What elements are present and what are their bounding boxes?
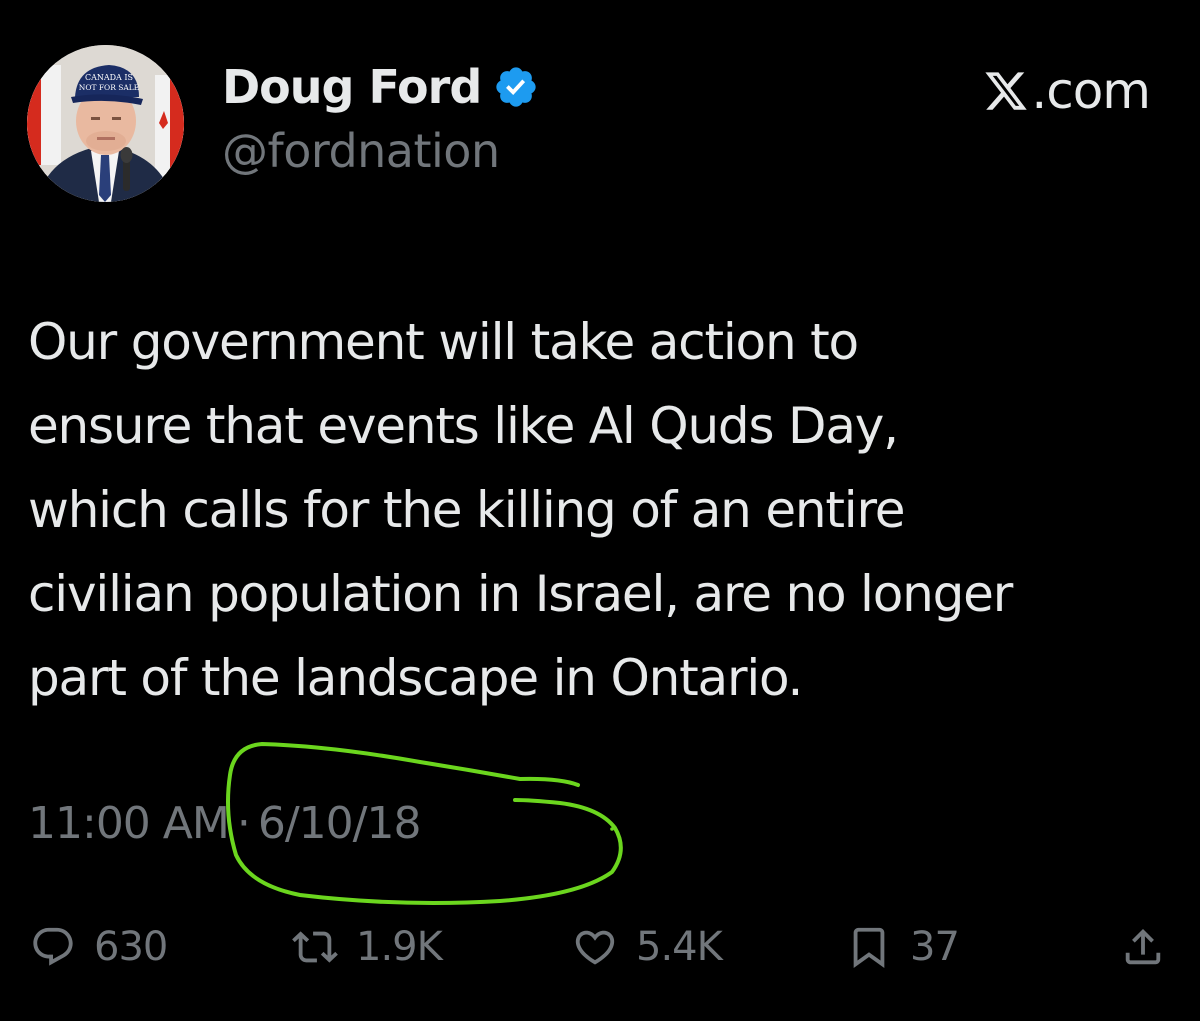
reply-button[interactable]: 630 [30, 912, 168, 982]
reply-icon [30, 924, 76, 970]
tweet-line: which calls for the killing of an entire [28, 481, 906, 539]
tweet-text: Our government will take action to ensur… [28, 300, 1178, 720]
tweet-line: ensure that events like Al Quds Day, [28, 397, 899, 455]
display-name[interactable]: Doug Ford [222, 60, 482, 114]
brand-text: .com [1031, 62, 1151, 120]
like-count: 5.4K [636, 924, 723, 970]
retweet-button[interactable]: 1.9K [292, 912, 443, 982]
tweet-line: Our government will take action to [28, 313, 859, 371]
verified-badge-icon [493, 64, 539, 110]
x-logo-icon [983, 68, 1029, 114]
share-icon [1120, 924, 1166, 970]
tweet-time: 11:00 AM [28, 798, 230, 849]
retweet-count: 1.9K [356, 924, 443, 970]
reply-count: 630 [94, 924, 168, 970]
bookmark-icon [846, 924, 892, 970]
avatar-image: CANADA IS NOT FOR SALE [27, 45, 184, 202]
bookmark-button[interactable]: 37 [846, 912, 960, 982]
heart-icon [572, 924, 618, 970]
tweet-date: 6/10/18 [257, 798, 422, 849]
name-row: Doug Ford [222, 54, 539, 120]
tweet-timestamp[interactable]: 11:00 AM · 6/10/18 [28, 798, 422, 849]
avatar[interactable]: CANADA IS NOT FOR SALE [27, 45, 184, 202]
retweet-icon [292, 924, 338, 970]
cap-text-line-1: CANADA IS [85, 73, 133, 82]
brand-mark: .com [983, 62, 1151, 120]
like-button[interactable]: 5.4K [572, 912, 723, 982]
meta-separator: · [236, 798, 251, 849]
tweet-line: part of the landscape in Ontario. [28, 649, 803, 707]
author-block[interactable]: Doug Ford @fordnation [222, 54, 539, 178]
tweet-action-bar: 630 1.9K 5.4K 37 [0, 912, 1200, 982]
bookmark-count: 37 [910, 924, 960, 970]
tweet-line: civilian population in Israel, are no lo… [28, 565, 1013, 623]
cap-text-line-2: NOT FOR SALE [79, 83, 140, 92]
share-button[interactable] [1120, 912, 1166, 982]
author-handle[interactable]: @fordnation [222, 124, 539, 178]
